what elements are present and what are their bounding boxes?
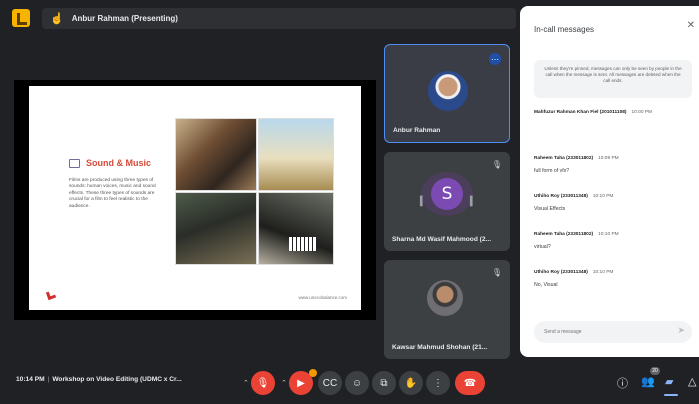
audio-level-left-icon: ▍ xyxy=(420,196,427,206)
message-text: No, Visual xyxy=(534,282,558,288)
shared-screen: Sound & Music Films are produced using t… xyxy=(14,80,376,320)
raise-hand-button[interactable]: ✋ xyxy=(399,371,423,395)
chat-message: Uthiho Roy (233011348) 10:10 PM No, Visu… xyxy=(534,270,692,288)
message-author: Uthiho Roy (233011348) xyxy=(534,194,588,199)
in-call-messages-panel: In-call messages ✕ Unless they're pinned… xyxy=(520,6,699,357)
participant-avatar xyxy=(427,280,463,316)
participant-name: Anbur Rahman xyxy=(393,127,441,134)
slide-body-text: Films are produced using three types of … xyxy=(69,178,156,209)
slide-photo-sound-studio xyxy=(175,192,257,265)
participant-avatar: S xyxy=(431,178,463,210)
presentation-slide: Sound & Music Films are produced using t… xyxy=(29,86,361,310)
message-time: 10:10 PM xyxy=(598,232,619,237)
piano-keys xyxy=(289,237,317,251)
more-options-button[interactable]: ⋮ xyxy=(426,371,450,395)
participant-tile-sharna[interactable]: ▍ S ▍ 🎙 Sharna Md Wasif Mahmood (2... xyxy=(384,152,510,251)
participant-name: Kawsar Mahmud Shohan (21... xyxy=(392,344,488,351)
more-options-icon[interactable]: ⋯ xyxy=(489,53,501,65)
message-time: 10:00 PM xyxy=(631,110,653,115)
present-screen-button[interactable]: ⧉ xyxy=(372,371,396,395)
top-bar: ☝ Anbur Rahman (Presenting) xyxy=(0,0,516,36)
presenter-banner[interactable]: ☝ Anbur Rahman (Presenting) xyxy=(42,8,516,29)
people-icon[interactable]: 👥 xyxy=(641,375,655,388)
captions-button[interactable]: CC xyxy=(318,371,342,395)
end-call-button[interactable]: ☎ xyxy=(455,371,485,395)
present-hand-icon: ☝ xyxy=(50,13,64,25)
panel-title: In-call messages xyxy=(534,25,595,34)
participant-avatar xyxy=(428,71,468,111)
slide-footer-url: www.unecobalance.com xyxy=(298,295,347,300)
chat-message: Raheem Taha (233011802) 10:10 PM virtual… xyxy=(534,232,692,250)
activities-icon[interactable]: △ xyxy=(688,375,696,388)
emoji-reactions-button[interactable]: ☺ xyxy=(345,371,369,395)
chat-notice: Unless they're pinned, messages can only… xyxy=(534,60,692,98)
participant-name: Sharna Md Wasif Mahmood (2... xyxy=(392,236,492,243)
message-time: 10:10 PM xyxy=(592,270,614,275)
mic-off-icon: 🎙 xyxy=(491,268,502,277)
message-author: Raheem Taha (233011802) xyxy=(534,156,594,161)
slide-photo-piano xyxy=(258,192,334,265)
presenter-label: Anbur Rahman (Presenting) xyxy=(71,14,178,23)
send-message-input[interactable] xyxy=(534,321,692,343)
message-time: 10:09 PM xyxy=(598,156,619,161)
chat-message: Uthiho Roy (233011348) 10:10 PM Visual E… xyxy=(534,194,692,212)
chat-message: Mahfuzur Rahman Khan Fiel (201011108) 10… xyxy=(534,110,692,115)
message-text: full form of vfx? xyxy=(534,168,570,174)
slide-title-row: Sound & Music xyxy=(69,158,151,168)
people-count-badge: 20 xyxy=(650,367,660,375)
microphone-toggle-button[interactable]: 🎙 xyxy=(251,371,275,395)
bottom-bar: 10:14 PM | Workshop on Video Editing (UDMC… xyxy=(0,362,699,404)
close-icon[interactable]: ✕ xyxy=(687,20,695,31)
mic-off-icon: 🎙 xyxy=(491,160,502,169)
meeting-time: 10:14 PM xyxy=(16,376,45,383)
slide-title-icon xyxy=(69,158,80,168)
message-text: virtual? xyxy=(534,244,551,250)
chat-message: Raheem Taha (233011802) 10:09 PM full fo… xyxy=(534,156,692,174)
participant-tile-kawsar[interactable]: 🎙 Kawsar Mahmud Shohan (21... xyxy=(384,260,510,359)
chevron-up-icon[interactable]: ⌃ xyxy=(281,379,287,387)
info-icon[interactable]: ⓘ xyxy=(617,375,628,391)
slide-title: Sound & Music xyxy=(86,158,151,168)
meeting-info: 10:14 PM | Workshop on Video Editing (UDMC… xyxy=(16,376,182,383)
participant-tile-anbur[interactable]: ⋯ Anbur Rahman xyxy=(384,44,510,143)
message-time: 10:10 PM xyxy=(592,194,614,199)
send-icon[interactable]: ➤ xyxy=(677,325,685,336)
chat-icon[interactable]: ▰ xyxy=(665,375,673,388)
slide-brand-logo xyxy=(45,289,57,301)
chevron-up-icon[interactable]: ⌃ xyxy=(243,379,249,387)
chat-active-indicator xyxy=(664,394,678,396)
meet-logo-icon xyxy=(12,9,30,27)
slide-photo-field-recording xyxy=(258,118,334,191)
message-author: Mahfuzur Rahman Khan Fiel (201011108) xyxy=(534,110,627,115)
meeting-title: Workshop on Video Editing (UDMC x Cr... xyxy=(52,376,182,383)
message-text: Visual Effects xyxy=(534,206,566,212)
slide-photo-music-production xyxy=(175,118,257,191)
message-author: Raheem Taha (233011802) xyxy=(534,232,594,237)
audio-level-right-icon: ▍ xyxy=(470,196,477,206)
message-author: Uthiho Roy (233011348) xyxy=(534,270,588,275)
notification-badge xyxy=(309,369,317,377)
